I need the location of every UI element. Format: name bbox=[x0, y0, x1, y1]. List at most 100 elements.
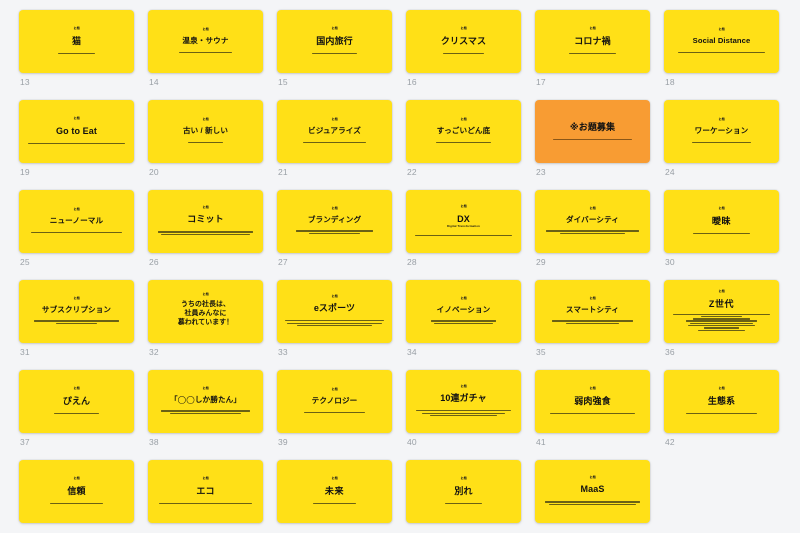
slide-title: テクノロジー bbox=[312, 396, 358, 405]
slide-body-line bbox=[434, 323, 493, 324]
slide-thumbnail[interactable]: お題「◯◯しか勝たん」 bbox=[148, 370, 263, 433]
slide-thumbnail[interactable]: お題すっごいどん底 bbox=[406, 100, 521, 163]
slide-cell: お題MaaS bbox=[535, 460, 650, 533]
slide-body-line bbox=[566, 323, 619, 324]
slide-body-line bbox=[56, 323, 96, 324]
slide-cell: お題生態系42 bbox=[664, 370, 779, 460]
slide-body-line bbox=[296, 230, 373, 231]
slide-thumbnail[interactable]: お題10連ガチャ bbox=[406, 370, 521, 433]
slide-thumbnail[interactable]: お題イノベーション bbox=[406, 280, 521, 343]
slide-thumbnail[interactable]: お題Z世代 bbox=[664, 280, 779, 343]
slide-thumbnail[interactable]: お題弱肉強食 bbox=[535, 370, 650, 433]
slide-thumbnail[interactable]: お題うちの社長は、 社員みんなに 慕われています！ bbox=[148, 280, 263, 343]
slide-body-line bbox=[560, 233, 625, 234]
slide-body-text bbox=[284, 142, 385, 143]
slide-number: 29 bbox=[536, 258, 546, 267]
slide-number: 23 bbox=[536, 168, 546, 177]
slide-tag-label: お題 bbox=[331, 207, 337, 210]
slide-number: 18 bbox=[665, 78, 675, 87]
slide-body-line bbox=[159, 503, 252, 504]
slide-thumbnail[interactable]: お題猫 bbox=[19, 10, 134, 73]
slide-title: ダイバーシティ bbox=[566, 215, 619, 224]
slide-thumbnail[interactable]: お題ダイバーシティ bbox=[535, 190, 650, 253]
slide-tag-label: お題 bbox=[202, 387, 208, 390]
slide-thumbnail[interactable]: お題曖昧 bbox=[664, 190, 779, 253]
slide-cell: お題コロナ禍17 bbox=[535, 10, 650, 100]
slide-number: 33 bbox=[278, 348, 288, 357]
slide-tag-label: お題 bbox=[718, 208, 724, 211]
slide-thumbnail[interactable]: お題Social Distance bbox=[664, 10, 779, 73]
slide-tag-label: お題 bbox=[202, 119, 208, 122]
slide-thumbnail[interactable]: お題生態系 bbox=[664, 370, 779, 433]
slide-tag-label: お題 bbox=[589, 207, 595, 210]
slide-cell: お題Social Distance 18 bbox=[664, 10, 779, 100]
slide-number: 14 bbox=[149, 78, 159, 87]
slide-body-line bbox=[693, 233, 750, 234]
slide-thumbnail[interactable]: お題テクノロジー bbox=[277, 370, 392, 433]
slide-tag-label: お題 bbox=[73, 478, 79, 481]
slide-tag-label: お題 bbox=[718, 388, 724, 391]
slide-thumbnail[interactable]: お題クリスマス bbox=[406, 10, 521, 73]
slide-body-text bbox=[671, 314, 772, 331]
slide-title: 曖昧 bbox=[712, 216, 731, 227]
slide-body-text bbox=[284, 230, 385, 234]
slide-tag-label: お題 bbox=[460, 119, 466, 122]
slide-body-line bbox=[430, 415, 497, 416]
slide-thumbnail[interactable]: お題Go to Eat bbox=[19, 100, 134, 163]
slide-thumbnail[interactable]: お題ビジュアライズ bbox=[277, 100, 392, 163]
slide-thumbnail[interactable]: お題コロナ禍 bbox=[535, 10, 650, 73]
slide-tag-label: お題 bbox=[202, 478, 208, 481]
slide-body-line bbox=[415, 235, 512, 236]
slide-title: 古い / 新しい bbox=[183, 126, 228, 135]
slide-thumbnail[interactable]: お題サブスクリプション bbox=[19, 280, 134, 343]
slide-thumbnail[interactable]: お題コミット bbox=[148, 190, 263, 253]
slide-title: MaaS bbox=[581, 484, 605, 495]
slide-thumbnail[interactable]: お題未来 bbox=[277, 460, 392, 523]
slide-thumbnail[interactable]: お題別れ bbox=[406, 460, 521, 523]
slide-thumbnail[interactable]: お題ニューノーマル bbox=[19, 190, 134, 253]
slide-body-text bbox=[542, 501, 643, 505]
slide-thumbnail[interactable]: お題信頼 bbox=[19, 460, 134, 523]
slide-thumbnail[interactable]: お題eスポーツ bbox=[277, 280, 392, 343]
slide-body-line bbox=[678, 52, 765, 53]
slide-thumbnail[interactable]: お題ワーケーション bbox=[664, 100, 779, 163]
slide-body-text bbox=[671, 142, 772, 143]
slide-thumbnail[interactable]: お題DXDigital Transformation bbox=[406, 190, 521, 253]
slide-number: 26 bbox=[149, 258, 159, 267]
slide-cell: お題猫13 bbox=[19, 10, 134, 100]
slide-tag-label: お題 bbox=[718, 29, 724, 32]
slide-title: eスポーツ bbox=[314, 303, 355, 314]
slide-thumbnail[interactable]: お題温泉・サウナ bbox=[148, 10, 263, 73]
slide-body-line bbox=[698, 330, 744, 331]
slide-tag-label: お題 bbox=[589, 388, 595, 391]
slide-title: サブスクリプション bbox=[42, 305, 111, 314]
slide-body-text bbox=[155, 231, 256, 235]
slide-thumbnail[interactable]: ※お題募集 bbox=[535, 100, 650, 163]
slide-cell: お題ワーケーション24 bbox=[664, 100, 779, 190]
slide-thumbnail[interactable]: お題国内旅行 bbox=[277, 10, 392, 73]
slide-cell: お題未来 bbox=[277, 460, 392, 533]
slide-number: 31 bbox=[20, 348, 30, 357]
slide-cell: お題国内旅行15 bbox=[277, 10, 392, 100]
slide-title: コミット bbox=[187, 214, 223, 225]
slide-body-line bbox=[431, 320, 496, 321]
slide-cell: お題コミット 26 bbox=[148, 190, 263, 280]
slide-title: コロナ禍 bbox=[574, 36, 610, 47]
slide-thumbnail[interactable]: お題ブランディング bbox=[277, 190, 392, 253]
slide-tag-label: お題 bbox=[73, 388, 79, 391]
slide-cell: お題別れ bbox=[406, 460, 521, 533]
slide-number: 37 bbox=[20, 438, 30, 447]
slide-body-text bbox=[413, 503, 514, 504]
slide-thumbnail[interactable]: お題エコ bbox=[148, 460, 263, 523]
slide-tag-label: お題 bbox=[460, 206, 466, 209]
slide-body-text bbox=[413, 410, 514, 416]
slide-thumbnail[interactable]: お題ぴえん bbox=[19, 370, 134, 433]
slide-tag-label: お題 bbox=[73, 28, 79, 31]
slide-body-line bbox=[179, 52, 232, 53]
slide-thumbnail[interactable]: お題古い / 新しい bbox=[148, 100, 263, 163]
slide-cell: お題ビジュアライズ21 bbox=[277, 100, 392, 190]
slide-title: 未来 bbox=[325, 486, 344, 497]
slide-body-line bbox=[686, 413, 757, 414]
slide-thumbnail[interactable]: お題MaaS bbox=[535, 460, 650, 523]
slide-thumbnail[interactable]: お題スマートシティ bbox=[535, 280, 650, 343]
